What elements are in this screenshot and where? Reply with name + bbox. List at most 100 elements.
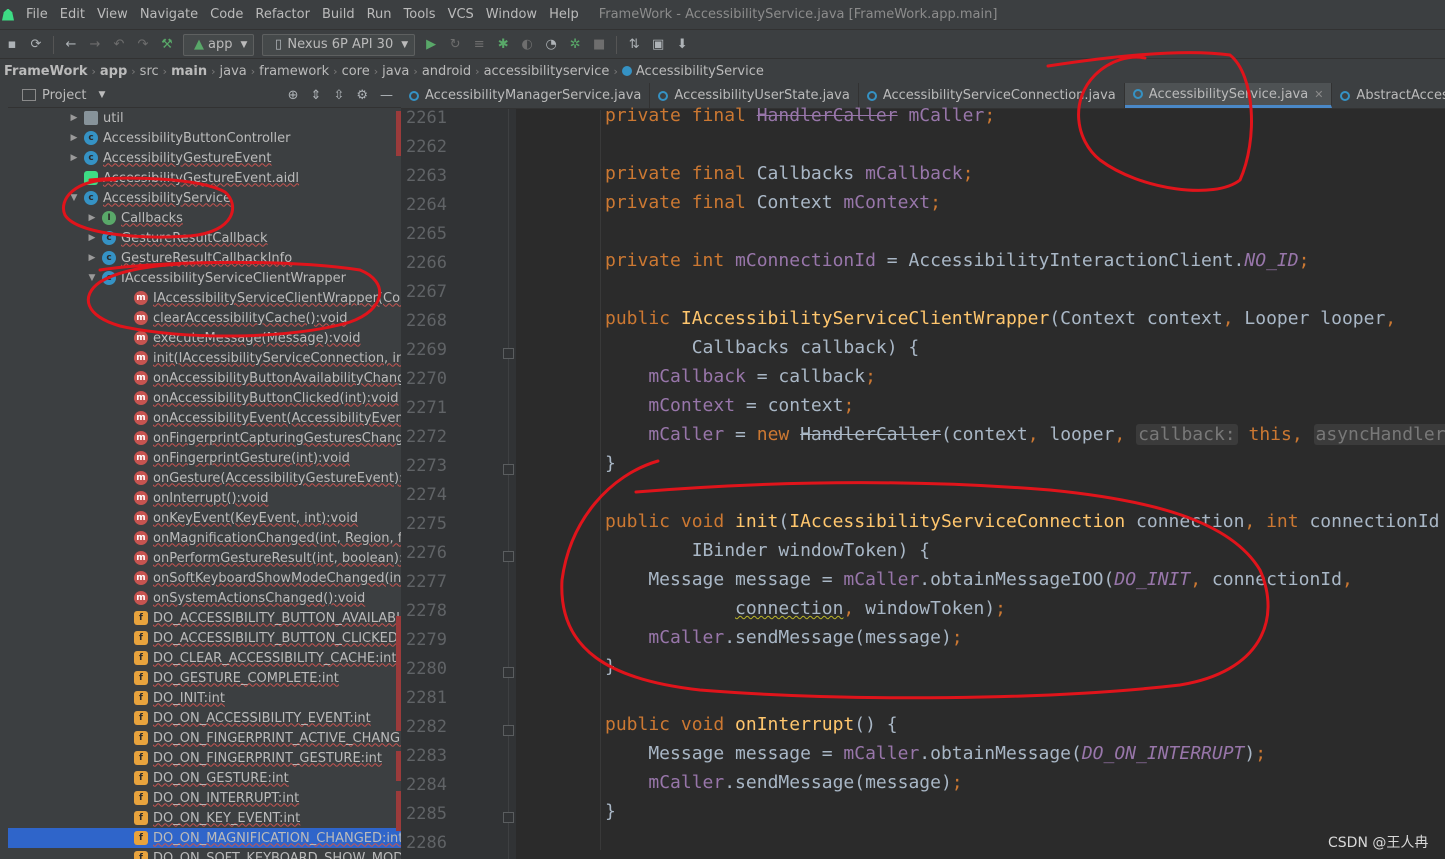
crumb-java-2[interactable]: java — [378, 64, 413, 79]
fold-marker-icon[interactable] — [503, 348, 514, 359]
tree-item[interactable]: ▼ c IAccessibilityServiceClientWrapper — [8, 268, 401, 288]
menu-help[interactable]: Help — [543, 7, 585, 22]
tree-item[interactable]: f DO_ON_GESTURE:int — [8, 768, 401, 788]
redo-icon[interactable]: ↷ — [133, 36, 153, 54]
code-line[interactable]: mCaller.sendMessage(message); — [605, 772, 962, 793]
code-line[interactable]: connection, windowToken); — [605, 598, 1006, 619]
menu-edit[interactable]: Edit — [54, 7, 91, 22]
gear-icon[interactable]: ⚙ — [356, 88, 368, 103]
crumb-src[interactable]: src — [136, 64, 163, 79]
code-line[interactable]: public void init(IAccessibilityServiceCo… — [605, 511, 1440, 532]
menu-run[interactable]: Run — [361, 7, 398, 22]
tree-item[interactable]: f DO_ON_FINGERPRINT_ACTIVE_CHANGED:int — [8, 728, 401, 748]
tree-item[interactable]: f DO_CLEAR_ACCESSIBILITY_CACHE:int — [8, 648, 401, 668]
code-line[interactable]: mCaller.sendMessage(message); — [605, 627, 962, 648]
hammer-build-icon[interactable]: ⚒ — [157, 36, 177, 54]
line-number[interactable]: 2270 — [401, 369, 447, 389]
line-number[interactable]: 2276 — [401, 543, 447, 563]
expand-all-icon[interactable]: ⇕ — [311, 88, 322, 103]
tree-item[interactable]: m executeMessage(Message):void — [8, 328, 401, 348]
line-number[interactable]: 2282 — [401, 717, 447, 737]
crumb-class[interactable]: AccessibilityService — [618, 64, 768, 79]
chevron-right-icon[interactable]: ▶ — [68, 153, 80, 163]
fold-marker-icon[interactable] — [503, 551, 514, 562]
tree-item[interactable]: m clearAccessibilityCache():void — [8, 308, 401, 328]
save-icon[interactable]: ▪ — [2, 36, 22, 54]
tree-item[interactable]: m init(IAccessibilityServiceConnection, i… — [8, 348, 401, 368]
editor-tab[interactable]: AccessibilityService.java ✕ — [1124, 83, 1333, 108]
tree-item[interactable]: m onMagnificationChanged(int, Region, flo… — [8, 528, 401, 548]
collapse-all-icon[interactable]: ⇳ — [333, 88, 344, 103]
tree-item[interactable]: m onInterrupt():void — [8, 488, 401, 508]
code-line[interactable]: Callbacks callback) { — [605, 337, 920, 358]
close-icon[interactable]: ✕ — [1314, 88, 1323, 101]
chevron-right-icon[interactable]: ▶ — [86, 233, 98, 243]
tree-item[interactable]: AccessibilityGestureEvent.aidl — [8, 168, 401, 188]
fold-marker-icon[interactable] — [503, 812, 514, 823]
tree-item[interactable]: f DO_ON_MAGNIFICATION_CHANGED:int — [8, 828, 401, 848]
chevron-right-icon[interactable]: ▶ — [68, 133, 80, 143]
profile-icon[interactable]: ◔ — [541, 36, 561, 54]
chevron-down-icon[interactable]: ▼ — [98, 90, 105, 100]
code-line[interactable]: private final Context mContext; — [605, 192, 941, 213]
line-number[interactable]: 2278 — [401, 601, 447, 621]
crumb-java[interactable]: java — [216, 64, 251, 79]
crumb-main[interactable]: main — [167, 64, 211, 79]
chevron-right-icon[interactable]: ▶ — [68, 113, 80, 123]
rerun-icon[interactable]: ↻ — [445, 36, 465, 54]
locate-icon[interactable]: ⊕ — [288, 88, 299, 103]
line-number[interactable]: 2269 — [401, 340, 447, 360]
tree-item[interactable]: m onKeyEvent(KeyEvent, int):void — [8, 508, 401, 528]
code-line[interactable]: Message message = mCaller.obtainMessage(… — [605, 743, 1266, 764]
tree-item[interactable]: m onAccessibilityButtonAvailabilityChange… — [8, 368, 401, 388]
chevron-down-icon[interactable]: ▼ — [68, 193, 80, 203]
code-line[interactable]: private int mConnectionId = Accessibilit… — [605, 250, 1309, 271]
line-number[interactable]: 2265 — [401, 224, 447, 244]
menu-file[interactable]: File — [20, 7, 54, 22]
line-number[interactable]: 2286 — [401, 833, 447, 853]
line-number[interactable]: 2261 — [401, 108, 447, 128]
menu-code[interactable]: Code — [204, 7, 249, 22]
device-manager-icon[interactable]: ▣ — [648, 36, 668, 54]
tree-item[interactable]: m onFingerprintGesture(int):void — [8, 448, 401, 468]
back-arrow-icon[interactable]: ← — [61, 36, 81, 54]
line-number[interactable]: 2284 — [401, 775, 447, 795]
code-line[interactable]: private final HandlerCaller mCaller; — [605, 105, 995, 126]
tree-item[interactable]: m IAccessibilityServiceClientWrapper(Cont… — [8, 288, 401, 308]
tree-item[interactable]: f DO_INIT:int — [8, 688, 401, 708]
tree-item[interactable]: m onSystemActionsChanged():void — [8, 588, 401, 608]
run-icon[interactable]: ▶ — [421, 36, 441, 54]
line-number[interactable]: 2279 — [401, 630, 447, 650]
code-line[interactable]: } — [605, 656, 616, 677]
tree-item[interactable]: m onSoftKeyboardShowModeChanged(int):void — [8, 568, 401, 588]
tree-item[interactable]: m onAccessibilityEvent(AccessibilityEvent… — [8, 408, 401, 428]
tree-item[interactable]: f DO_GESTURE_COMPLETE:int — [8, 668, 401, 688]
line-number[interactable]: 2277 — [401, 572, 447, 592]
tree-item[interactable]: f DO_ON_ACCESSIBILITY_EVENT:int — [8, 708, 401, 728]
menu-view[interactable]: View — [91, 7, 134, 22]
tree-item[interactable]: m onGesture(AccessibilityGestureEvent):vo… — [8, 468, 401, 488]
menu-navigate[interactable]: Navigate — [134, 7, 204, 22]
attach-debugger-icon[interactable]: ◐ — [517, 36, 537, 54]
tree-item[interactable]: ▶ c AccessibilityGestureEvent — [8, 148, 401, 168]
line-number[interactable]: 2271 — [401, 398, 447, 418]
debug-icon[interactable]: ✱ — [493, 36, 513, 54]
code-line[interactable]: Message message = mCaller.obtainMessageI… — [605, 569, 1352, 590]
code-line[interactable]: } — [605, 801, 616, 822]
project-panel-title[interactable]: Project — [42, 88, 86, 103]
line-number[interactable]: 2268 — [401, 311, 447, 331]
tree-item[interactable]: ▶ util — [8, 108, 401, 128]
line-number[interactable]: 2283 — [401, 746, 447, 766]
device-combo[interactable]: ▯ Nexus 6P API 30 ▼ — [262, 33, 416, 56]
tree-item[interactable]: ▶ c GestureResultCallback — [8, 228, 401, 248]
menu-tools[interactable]: Tools — [398, 7, 442, 22]
tree-item[interactable]: f DO_ON_SOFT_KEYBOARD_SHOW_MODE_CH — [8, 848, 401, 859]
crumb-framework[interactable]: framework — [255, 64, 333, 79]
crumb-accessibilityservice[interactable]: accessibilityservice — [480, 64, 614, 79]
code-line[interactable]: mCallback = callback; — [605, 366, 876, 387]
crumb-core[interactable]: core — [338, 64, 374, 79]
tree-item[interactable]: f DO_ON_INTERRUPT:int — [8, 788, 401, 808]
gradle-sync-icon[interactable]: ⇅ — [624, 36, 644, 54]
fold-marker-icon[interactable] — [503, 667, 514, 678]
tree-item[interactable]: f DO_ON_KEY_EVENT:int — [8, 808, 401, 828]
